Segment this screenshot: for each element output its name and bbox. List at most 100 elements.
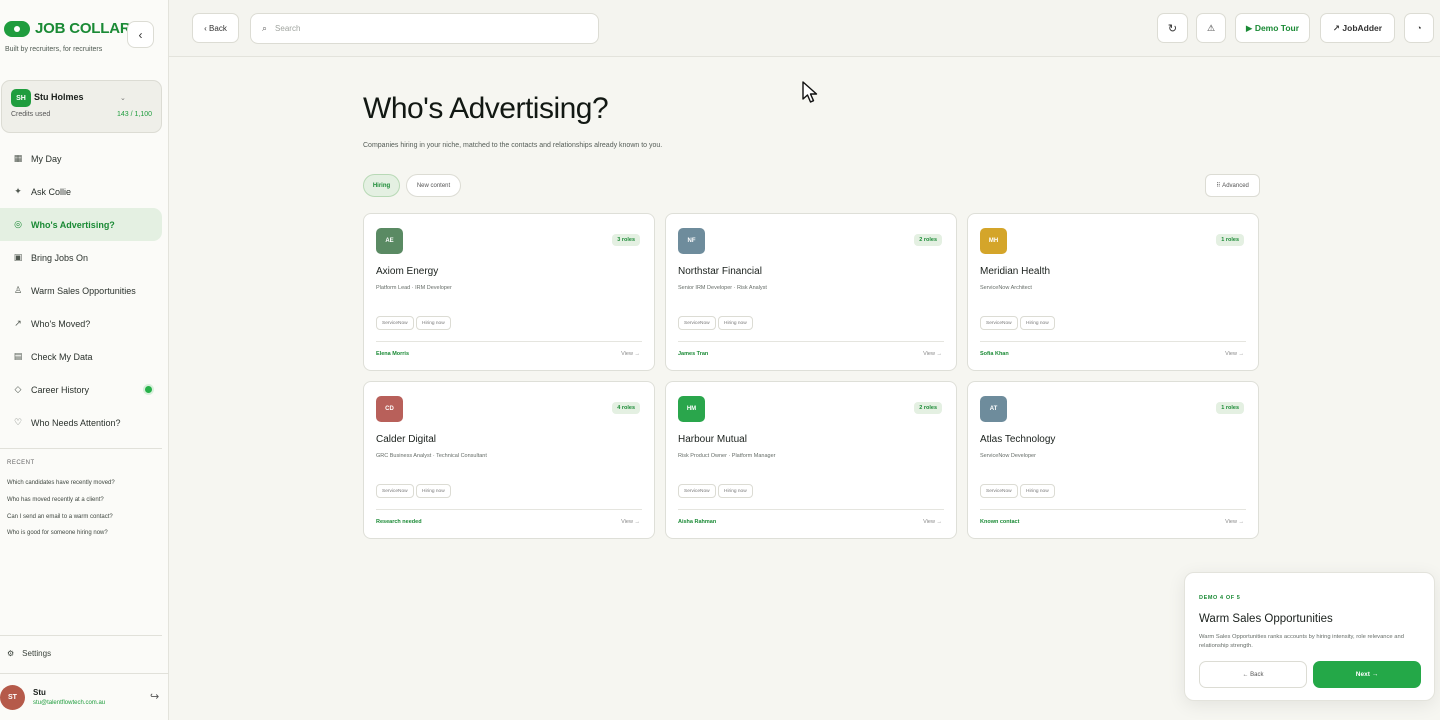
roles-badge: 4 roles <box>612 402 640 414</box>
demo-back-button[interactable]: ← Back <box>1199 661 1307 688</box>
company-tag: ServiceNow <box>376 316 414 330</box>
divider <box>0 635 162 636</box>
company-contact[interactable]: James Tran <box>678 351 708 357</box>
target-icon: ◎ <box>14 219 22 229</box>
credits-value: 143 / 1,100 <box>116 111 152 118</box>
company-card[interactable]: AT 1 roles Atlas Technology ServiceNow Deve… <box>967 381 1259 539</box>
refresh-button[interactable]: ↻ <box>1157 13 1188 43</box>
company-card[interactable]: CD 4 roles Calder Digital GRC Business Anal… <box>363 381 655 539</box>
company-contact[interactable]: Research needed <box>376 519 422 525</box>
recent-heading: RECENT <box>7 460 35 466</box>
person-icon: ♙ <box>13 285 23 295</box>
advanced-filter-button[interactable]: ⠿ Advanced <box>1205 174 1260 197</box>
back-button[interactable]: ‹ Back <box>192 13 239 43</box>
demo-step-label: DEMO 4 OF 5 <box>1199 595 1241 601</box>
user-email: stu@talentflowtech.com.au <box>33 700 106 706</box>
company-card[interactable]: AE 3 roles Axiom Energy Platform Lead · IRM… <box>363 213 655 371</box>
nav-item-my-day[interactable]: ▦ My Day <box>0 142 162 175</box>
view-link[interactable]: View → <box>621 519 640 525</box>
account-switcher[interactable]: SH Stu Holmes ⌄ Credits used 143 / 1,100 <box>1 80 162 133</box>
company-tag: ServiceNow <box>980 316 1018 330</box>
view-link[interactable]: View → <box>1225 351 1244 357</box>
nav-item-bring-jobs-on[interactable]: ▣ Bring Jobs On <box>0 241 162 274</box>
logout-icon[interactable]: ↪ <box>150 690 159 703</box>
sparkle-icon: ✦ <box>14 186 22 196</box>
collapse-sidebar-button[interactable]: ‹ <box>127 21 154 48</box>
demo-tour-button[interactable]: ▶ Demo Tour <box>1235 13 1310 43</box>
nav-item-warm-sales[interactable]: ♙ Warm Sales Opportunities <box>0 274 162 307</box>
divider <box>376 341 642 342</box>
company-roles: Senior IRM Developer · Risk Analyst <box>678 285 767 291</box>
company-tag: Hiring now <box>416 316 451 330</box>
nav-item-label: Career History <box>31 384 90 395</box>
company-logo: NF <box>678 228 705 254</box>
company-contact[interactable]: Aisha Rahman <box>678 519 716 525</box>
demo-next-button[interactable]: Next → <box>1313 661 1421 688</box>
brand-logo[interactable]: JOB COLLAR <box>4 20 131 37</box>
company-tag: Hiring now <box>1020 316 1055 330</box>
company-contact[interactable]: Elena Morris <box>376 351 409 357</box>
company-roles: Platform Lead · IRM Developer <box>376 285 452 291</box>
recent-item[interactable]: Who has moved recently at a client? <box>7 497 104 503</box>
sidebar: JOB COLLAR Built by recruiters, for recr… <box>0 0 169 720</box>
gear-icon: ⚙ <box>7 649 15 658</box>
view-link[interactable]: View → <box>923 519 942 525</box>
divider <box>0 448 162 449</box>
nav-item-label: Check My Data <box>31 351 93 362</box>
company-card[interactable]: NF 2 roles Northstar Financial Senior IRM D… <box>665 213 957 371</box>
nav-item-whos-advertising[interactable]: ◎ Who's Advertising? <box>0 208 162 241</box>
settings-label: Settings <box>22 649 52 658</box>
briefcase-icon: ▣ <box>13 252 23 262</box>
company-contact[interactable]: Known contact <box>980 519 1019 525</box>
nav-item-label: Who's Advertising? <box>31 219 115 230</box>
top-bar: ‹ Back ⌕ ↻ ⚠ ▶ Demo Tour ↗ JobAdder ◔ <box>169 0 1440 57</box>
filter-chip-hiring[interactable]: Hiring <box>363 174 400 197</box>
nav-item-label: Ask Collie <box>31 186 72 197</box>
company-card[interactable]: MH 1 roles Meridian Health ServiceNow Archi… <box>967 213 1259 371</box>
jobadder-button[interactable]: ↗ JobAdder <box>1320 13 1395 43</box>
page-subtitle: Companies hiring in your niche, matched … <box>363 142 663 149</box>
nav-item-label: Warm Sales Opportunities <box>31 285 136 296</box>
company-tag: Hiring now <box>718 484 753 498</box>
credits-label: Credits used <box>11 111 51 118</box>
recent-item[interactable]: Which candidates have recently moved? <box>7 480 115 486</box>
chevron-down-icon: ⌄ <box>120 95 126 102</box>
company-tag: ServiceNow <box>678 316 716 330</box>
roles-badge: 2 roles <box>914 402 942 414</box>
alerts-button[interactable]: ⚠ <box>1196 13 1226 43</box>
company-name: Northstar Financial <box>678 266 762 277</box>
search-input[interactable] <box>275 24 576 33</box>
heart-icon: ♡ <box>13 417 23 427</box>
company-roles: ServiceNow Architect <box>980 285 1032 291</box>
status-dot <box>145 386 152 393</box>
roles-badge: 1 roles <box>1216 402 1244 414</box>
company-logo: AT <box>980 396 1007 422</box>
company-contact[interactable]: Sofia Khan <box>980 351 1009 357</box>
view-link[interactable]: View → <box>621 351 640 357</box>
table-icon: ▤ <box>13 351 23 361</box>
company-logo: CD <box>376 396 403 422</box>
brand-name: JOB COLLAR <box>35 20 131 37</box>
company-name: Atlas Technology <box>980 434 1056 445</box>
user-name: Stu Holmes <box>34 92 84 102</box>
view-link[interactable]: View → <box>923 351 942 357</box>
company-name: Calder Digital <box>376 434 437 445</box>
recent-item[interactable]: Who is good for someone hiring now? <box>7 530 108 536</box>
status-button[interactable]: ◔ <box>1404 13 1434 43</box>
search-icon: ⌕ <box>262 23 268 33</box>
filter-chip-new-content[interactable]: New content <box>406 174 461 197</box>
nav-item-who-needs-attention[interactable]: ♡ Who Needs Attention? <box>0 406 162 439</box>
company-roles: ServiceNow Developer <box>980 453 1036 459</box>
nav-item-ask-collie[interactable]: ✦ Ask Collie <box>0 175 162 208</box>
demo-title: Warm Sales Opportunities <box>1199 613 1333 625</box>
nav-item-check-my-data[interactable]: ▤ Check My Data <box>0 340 162 373</box>
nav-item-career-history[interactable]: ◇ Career History <box>0 373 162 406</box>
recent-item[interactable]: Can I send an email to a warm contact? <box>7 514 113 520</box>
main-nav: ▦ My Day ✦ Ask Collie ◎ Who's Advertising? … <box>0 142 162 439</box>
nav-item-whos-moved[interactable]: ↗ Who's Moved? <box>0 307 162 340</box>
company-logo: MH <box>980 228 1007 254</box>
settings-link[interactable]: ⚙ Settings <box>7 649 51 658</box>
user-name: Stu <box>33 688 46 697</box>
company-card[interactable]: HM 2 roles Harbour Mutual Risk Product Owne… <box>665 381 957 539</box>
view-link[interactable]: View → <box>1225 519 1244 525</box>
